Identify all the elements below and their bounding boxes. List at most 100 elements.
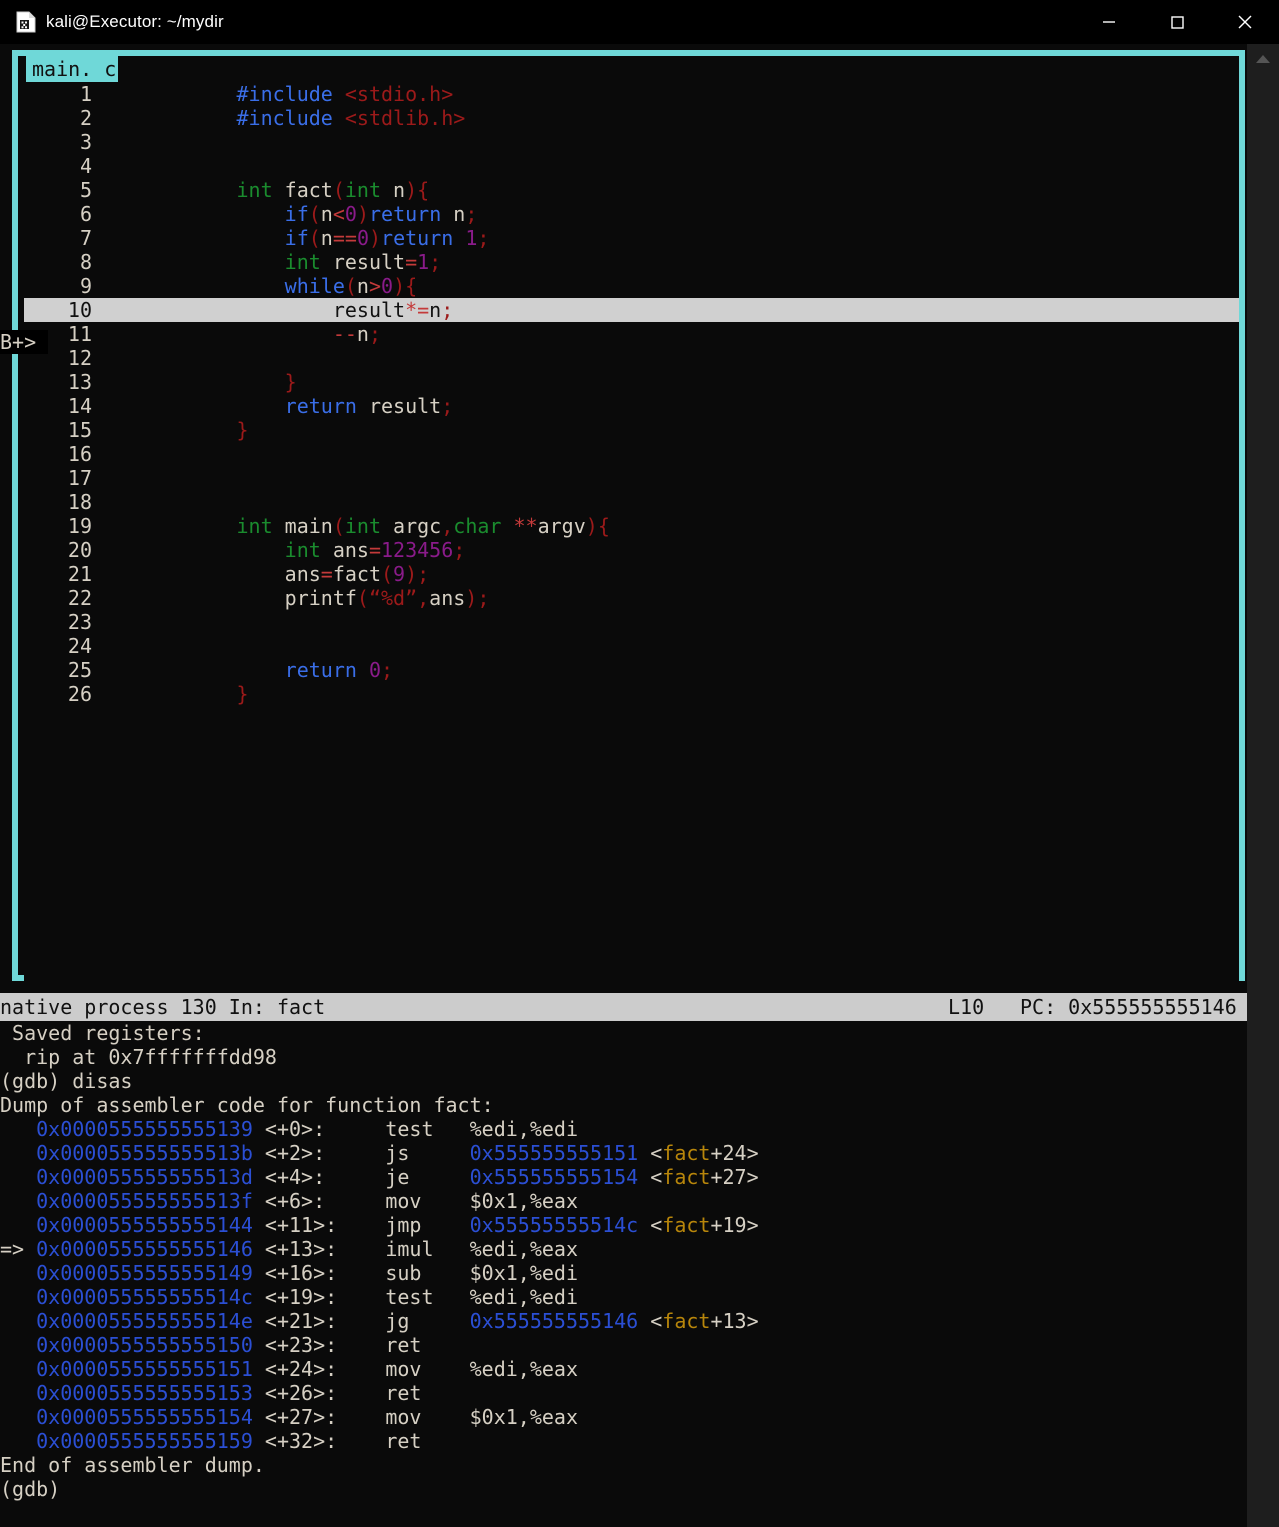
console-line: 0x000055555555514e <+21>: jg 0x555555555… [36,1309,759,1333]
source-line[interactable]: 21 ans=fact(9); [24,562,1239,586]
console-line: (gdb) disas [0,1069,133,1093]
source-line-text: --n; [332,322,382,346]
source-line[interactable]: 22 printf(“%d”,ans); [24,586,1239,610]
line-number: 24 [67,634,92,658]
console-line: 0x0000555555555153 <+26>: ret [36,1381,422,1405]
line-number: 13 [67,370,92,394]
source-line[interactable]: 4 [24,154,1239,178]
window-title-text: kali@Executor: ~/mydir [46,12,224,31]
source-line[interactable]: 1 #include <stdio.h> [24,82,1239,106]
source-line-text: int main(int argc,char **argv){ [236,514,610,538]
source-line-text: if(n<0)return n; [284,202,478,226]
console-line: 0x0000555555555144 <+11>: jmp 0x55555555… [36,1213,759,1237]
maximize-button[interactable] [1143,0,1211,44]
source-line[interactable]: 13 } [24,370,1239,394]
source-line-text: result*=n; [332,298,454,322]
console-line: 0x0000555555555159 <+32>: ret [36,1429,422,1453]
line-number: 9 [79,274,92,298]
window-controls [1075,0,1279,44]
source-line-text: #include <stdio.h> [236,82,454,106]
line-number: 22 [67,586,92,610]
line-number: 8 [79,250,92,274]
line-number: 2 [79,106,92,130]
source-line[interactable]: 20 int ans=123456; [24,538,1239,562]
line-number: 20 [67,538,92,562]
source-line[interactable]: 16 [24,442,1239,466]
console-line: Saved registers: [0,1021,205,1045]
source-line-text: return 0; [284,658,394,682]
line-number: 1 [79,82,92,106]
source-line[interactable]: 18 [24,490,1239,514]
source-line-text: int ans=123456; [284,538,466,562]
console-line: => 0x0000555555555146 <+13>: imul %edi,%… [0,1237,578,1261]
source-line-text: if(n==0)return 1; [284,226,490,250]
terminal-content: ┌ main. c 1 #include <stdio.h>2 #include… [0,44,1247,1527]
line-number: 19 [67,514,92,538]
source-line-text: } [284,370,297,394]
source-line[interactable]: 8 int result=1; [24,250,1239,274]
console-line: 0x0000555555555139 <+0>: test %edi,%edi [36,1117,578,1141]
source-line[interactable]: 26 } [24,682,1239,706]
line-number: 5 [79,178,92,202]
source-line[interactable]: 17 [24,466,1239,490]
minimize-button[interactable] [1075,0,1143,44]
source-line[interactable]: 19 int main(int argc,char **argv){ [24,514,1239,538]
line-number: 17 [67,466,92,490]
source-line-text: printf(“%d”,ans); [284,586,490,610]
source-line[interactable]: 12 [24,346,1239,370]
source-line-text: while(n>0){ [284,274,418,298]
close-button[interactable] [1211,0,1279,44]
console-line: 0x000055555555514c <+19>: test %edi,%edi [36,1285,578,1309]
source-line[interactable]: 11 --n; [24,322,1239,346]
scroll-up-arrow-icon[interactable] [1247,44,1279,74]
line-number: 7 [79,226,92,250]
status-program-counter: PC: 0x555555555146 [1020,995,1237,1019]
source-line[interactable]: 3 [24,130,1239,154]
line-number: 21 [67,562,92,586]
source-file-title: main. c [30,56,119,82]
console-line: 0x000055555555513d <+4>: je 0x5555555551… [36,1165,759,1189]
breakpoint-marker: B+> [0,330,48,354]
line-number: 10 [67,298,92,322]
line-number: 26 [67,682,92,706]
console-line: 0x0000555555555151 <+24>: mov %edi,%eax [36,1357,578,1381]
console-line: 0x000055555555513b <+2>: js 0x5555555551… [36,1141,759,1165]
source-line[interactable]: 14 return result; [24,394,1239,418]
source-code-panel: ┌ main. c 1 #include <stdio.h>2 #include… [12,50,1245,981]
status-line-number: L10 [948,995,985,1019]
terminal-window: ┌ main. c 1 #include <stdio.h>2 #include… [0,44,1279,1527]
line-number: 18 [67,490,92,514]
console-line: End of assembler dump. [0,1453,265,1477]
source-line[interactable]: 7 if(n==0)return 1; [24,226,1239,250]
status-process-info: native process 130 In: fact [0,995,326,1019]
console-line: 0x0000555555555149 <+16>: sub $0x1,%edi [36,1261,578,1285]
source-line-text: } [236,682,249,706]
source-code-lines[interactable]: 1 #include <stdio.h> 2 #include <stdlib.h… [24,82,1239,981]
console-line: (gdb) [0,1477,61,1501]
terminal-document-icon [16,11,36,33]
line-number: 3 [79,130,92,154]
source-line[interactable]: 5 int fact(int n){ [24,178,1239,202]
console-line: rip at 0x7fffffffdd98 [0,1045,277,1069]
source-line[interactable]: 24 [24,634,1239,658]
source-line[interactable]: 25 return 0; [24,658,1239,682]
console-line: 0x0000555555555154 <+27>: mov $0x1,%eax [36,1405,578,1429]
console-line: Dump of assembler code for function fact… [0,1093,494,1117]
line-number: 25 [67,658,92,682]
console-line: 0x0000555555555150 <+23>: ret [36,1333,422,1357]
source-line[interactable]: 6 if(n<0)return n; [24,202,1239,226]
line-number: 23 [67,610,92,634]
console-line: 0x000055555555513f <+6>: mov $0x1,%eax [36,1189,578,1213]
gdb-console-output[interactable]: Saved registers: rip at 0x7fffffffdd98 (g… [0,1021,1247,1527]
line-number: 4 [79,154,92,178]
source-line[interactable]: 10 result*=n; [24,298,1239,322]
window-title-bar: kali@Executor: ~/mydir [0,0,1279,44]
source-line[interactable]: 23 [24,610,1239,634]
source-line[interactable]: 15 } [24,418,1239,442]
source-line-text: } [236,418,249,442]
vertical-scrollbar[interactable] [1247,44,1279,1527]
source-line[interactable]: 9 while(n>0){ [24,274,1239,298]
line-number: 14 [67,394,92,418]
source-line[interactable]: 2 #include <stdlib.h> [24,106,1239,130]
line-number: 15 [67,418,92,442]
